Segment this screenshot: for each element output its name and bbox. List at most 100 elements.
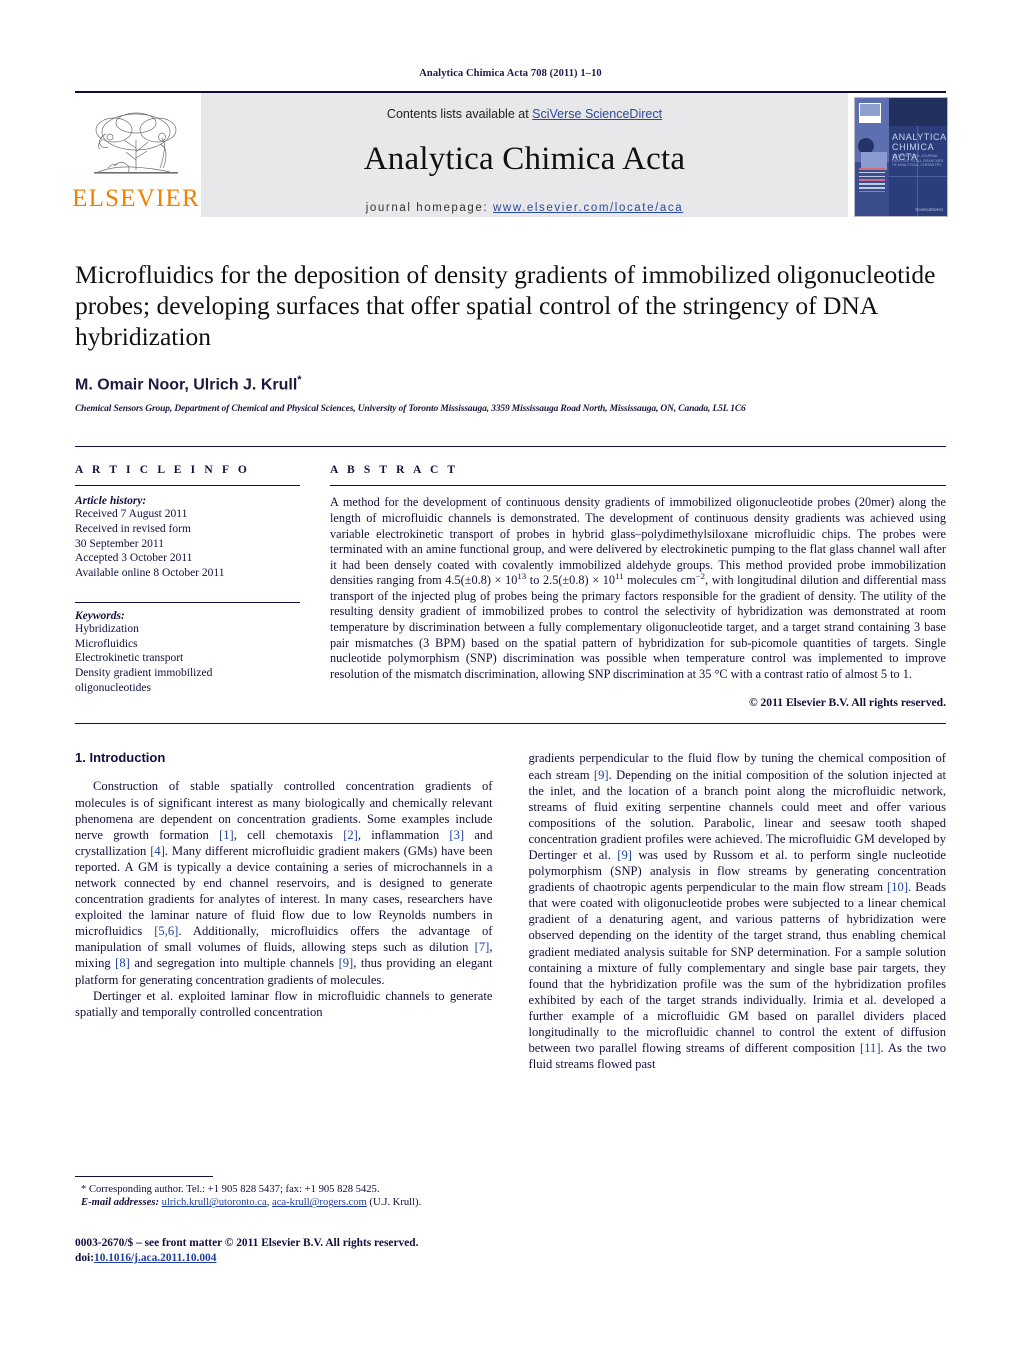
intro-text-h: and segregation into multiple channels <box>129 956 339 971</box>
keyword-item: Hybridization <box>75 623 139 636</box>
running-head: Analytica Chimica Acta 708 (2011) 1–10 <box>419 68 602 79</box>
elsevier-logo: ELSEVIER <box>72 93 200 217</box>
citation-4[interactable]: [4] <box>150 844 165 858</box>
title-block: Microfluidics for the deposition of dens… <box>75 259 946 414</box>
abstract-exponent-2: 11 <box>615 571 624 582</box>
paper-page: Analytica Chimica Acta 708 (2011) 1–10 E… <box>0 0 1021 1351</box>
keyword-item: oligonucleotides <box>75 681 152 694</box>
cover-toc-line <box>859 171 885 174</box>
article-history-item: Accepted 3 October 2011 <box>75 552 193 565</box>
doi-line: doi:10.1016/j.aca.2011.10.004 <box>75 1251 515 1266</box>
journal-cover-thumbnail: ANALYTICA CHIMICA ACTA INTERNATIONAL JOU… <box>854 93 948 217</box>
body-right-column: gradients perpendicular to the fluid flo… <box>529 750 947 1072</box>
email-link-secondary[interactable]: aca-krull@rogers.com <box>272 1197 367 1208</box>
cover-publisher-badge-tree-icon <box>860 104 880 116</box>
footnote-rule <box>75 1176 213 1177</box>
introduction-paragraph-2-continued: gradients perpendicular to the fluid flo… <box>529 750 947 1072</box>
citation-9[interactable]: [9] <box>594 768 609 782</box>
citation-11[interactable]: [11] <box>860 1041 881 1055</box>
cover-horizontal-rule <box>889 176 947 177</box>
introduction-paragraph-2: Dertinger et al. exploited laminar flow … <box>75 988 493 1019</box>
citation-8[interactable]: [8] <box>115 956 130 970</box>
abstract-part-3: molecules cm <box>623 573 696 588</box>
cover-toc-line <box>859 179 885 181</box>
corresponding-author-marker: * <box>297 374 302 386</box>
body-columns: 1. Introduction Construction of stable s… <box>75 750 946 1072</box>
journal-homepage-link[interactable]: www.elsevier.com/locate/aca <box>493 202 683 214</box>
cover-image: ANALYTICA CHIMICA ACTA INTERNATIONAL JOU… <box>854 97 948 217</box>
introduction-paragraph-1: Construction of stable spatially control… <box>75 778 493 987</box>
keyword-item: Density gradient immobilized <box>75 667 213 680</box>
abstract-rule <box>330 485 946 487</box>
article-info-rule <box>75 485 300 487</box>
citation-5-6[interactable]: [5,6] <box>154 924 178 938</box>
introduction-heading: 1. Introduction <box>75 750 166 766</box>
journal-band: Contents lists available at SciVerse Sci… <box>201 93 848 217</box>
doi-label: doi: <box>75 1251 94 1264</box>
section-divider-rule <box>75 723 946 725</box>
elsevier-wordmark: ELSEVIER <box>72 185 200 212</box>
cover-toc-line <box>859 168 885 170</box>
abstract-column: A B S T R A C T A method for the develop… <box>322 447 946 709</box>
intro-right-text-d: . Beads that were coated with oligonucle… <box>528 880 947 1056</box>
article-history-item: Received 7 August 2011 <box>75 508 188 521</box>
keywords-rule <box>75 602 300 604</box>
intro-text-b: , cell chemotaxis <box>233 827 344 842</box>
abstract-part-2: to 2.5(±0.8) × 10 <box>526 573 616 588</box>
journal-homepage-line: journal homepage: www.elsevier.com/locat… <box>366 202 683 214</box>
issn-line: 0003-2670/$ – see front matter © 2011 El… <box>75 1237 419 1249</box>
keyword-item: Electrokinetic transport <box>75 652 184 665</box>
contents-list-line: Contents lists available at SciVerse Sci… <box>387 107 662 121</box>
article-history-item: Available online 8 October 2011 <box>75 566 225 579</box>
keywords-label: Keywords: <box>75 610 125 623</box>
abstract-exponent-1: 13 <box>517 571 527 582</box>
abstract-text: A method for the development of continuo… <box>330 495 946 682</box>
email-link-primary[interactable]: ulrich.krull@utoronto.ca <box>162 1197 267 1208</box>
affiliation: Chemical Sensors Group, Department of Ch… <box>75 404 746 415</box>
contents-prefix: Contents lists available at <box>386 107 533 121</box>
email-owner: (U.J. Krull). <box>366 1197 422 1209</box>
issn-doi-block: 0003-2670/$ – see front matter © 2011 El… <box>75 1236 515 1265</box>
intro-text-c: , inflammation <box>357 827 450 842</box>
cover-footer-mark: ScienceDirect <box>915 207 943 212</box>
email-addresses-note: E-mail addresses: ulrich.krull@utoronto.… <box>75 1196 495 1209</box>
homepage-prefix: journal homepage: <box>365 202 494 214</box>
article-history-item: 30 September 2011 <box>75 537 165 550</box>
elsevier-tree-icon <box>94 112 178 174</box>
journal-masthead: ELSEVIER Contents lists available at Sci… <box>72 91 948 217</box>
cover-toc-line <box>859 186 885 189</box>
author-names: M. Omair Noor, Ulrich J. Krull <box>75 376 298 394</box>
citation-9[interactable]: [9] <box>617 848 632 862</box>
cover-title-line1: ANALYTICA <box>892 132 947 142</box>
cover-toc-line <box>859 175 885 178</box>
cover-toc-line <box>859 183 885 185</box>
cover-toc-lines <box>859 168 885 194</box>
abstract-heading: A B S T R A C T <box>330 464 459 477</box>
cover-subtitle: INTERNATIONAL JOURNAL DEVOTED TO ALL BRA… <box>892 154 944 167</box>
corresponding-author-note: * Corresponding author. Tel.: +1 905 828… <box>81 1184 380 1195</box>
citation-2[interactable]: [2] <box>343 828 358 842</box>
page-title: Microfluidics for the deposition of dens… <box>75 260 936 351</box>
author-list: M. Omair Noor, Ulrich J. Krull* <box>75 374 946 394</box>
cover-toc-line <box>859 190 885 193</box>
sciencedirect-link[interactable]: SciVerse ScienceDirect <box>532 107 662 121</box>
copyright-line: © 2011 Elsevier B.V. All rights reserved… <box>748 696 946 710</box>
info-abstract-section: A R T I C L E I N F O Article history: R… <box>75 446 946 709</box>
cover-top-band <box>889 98 947 126</box>
citation-1[interactable]: [1] <box>219 828 234 842</box>
article-info-heading: A R T I C L E I N F O <box>75 464 250 477</box>
article-history-item: Received in revised form <box>75 522 191 535</box>
citation-3[interactable]: [3] <box>449 828 464 842</box>
body-left-column: 1. Introduction Construction of stable s… <box>75 750 493 1072</box>
abstract-part-4: , with longitudinal dilution and differe… <box>330 573 946 681</box>
article-history-label: Article history: <box>75 495 147 508</box>
article-info-column: A R T I C L E I N F O Article history: R… <box>75 447 322 709</box>
abstract-exponent-3: −2 <box>695 571 706 582</box>
footnote-area: * Corresponding author. Tel.: +1 905 828… <box>75 1176 495 1210</box>
citation-9[interactable]: [9] <box>339 956 354 970</box>
citation-7[interactable]: [7] <box>475 940 490 954</box>
journal-title: Analytica Chimica Acta <box>363 141 686 177</box>
keyword-item: Microfluidics <box>75 637 138 650</box>
doi-link[interactable]: 10.1016/j.aca.2011.10.004 <box>94 1252 216 1264</box>
citation-10[interactable]: [10] <box>887 880 908 894</box>
